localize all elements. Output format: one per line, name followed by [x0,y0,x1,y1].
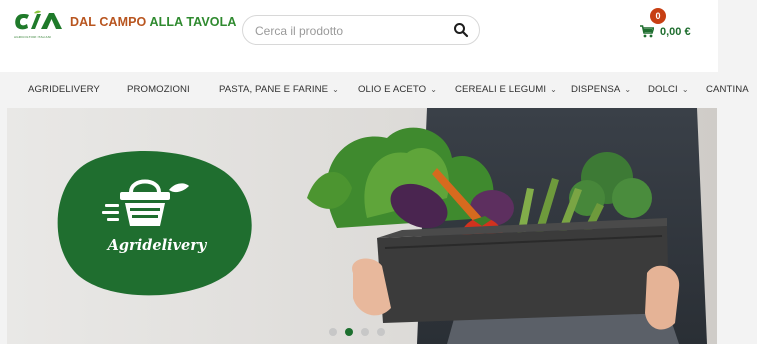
nav-item-label: PASTA, PANE E FARINE [219,84,329,95]
nav-item-agridelivery[interactable]: AGRIDELIVERY [28,84,100,95]
nav-item-dolci[interactable]: DOLCI ⌄ [648,84,689,95]
agridelivery-badge-text: Agridelivery [107,237,207,254]
nav-item-label: CEREALI E LEGUMI [455,84,547,95]
hero-banner-image [7,108,717,344]
nav-item-olio-aceto[interactable]: OLIO E ACETO ⌄ [358,84,437,95]
brand-name[interactable]: DAL CAMPO ALLA TAVOLA [70,15,236,29]
slider-dot-3[interactable] [361,328,369,336]
brand-name-part1: DAL CAMPO [70,15,147,29]
cia-logo-icon [15,10,62,30]
nav-item-label: AGRIDELIVERY [28,84,100,95]
nav-item-dispensa[interactable]: DISPENSA ⌄ [571,84,631,95]
page: AGRICOLTORI ITALIANI DAL CAMPO ALLA TAVO… [0,0,757,344]
search-icon[interactable] [453,22,469,38]
chevron-down-icon: ⌄ [430,85,438,94]
cart-count-badge: 0 [650,8,666,24]
main-navigation: AGRIDELIVERY PROMOZIONI PASTA, PANE E FA… [0,72,757,108]
search-box [242,15,480,45]
shopping-cart-icon [640,25,654,38]
chevron-down-icon: ⌄ [550,85,557,94]
nav-item-label: PROMOZIONI [127,84,190,95]
slider-dot-2[interactable] [345,328,353,336]
nav-item-label: DOLCI [648,84,678,95]
cart-button[interactable]: 0 0,00 € [640,6,710,46]
site-header: AGRICOLTORI ITALIANI DAL CAMPO ALLA TAVO… [0,0,718,72]
nav-item-label: DISPENSA [571,84,621,95]
hero-banner-slider[interactable]: Agridelivery [7,108,717,344]
chevron-down-icon: ⌄ [681,85,689,94]
chevron-down-icon: ⌄ [332,85,339,94]
search-input[interactable] [255,22,445,39]
slider-dot-4[interactable] [377,328,385,336]
nav-item-label: CANTINA [706,84,749,95]
brand-name-part2: ALLA TAVOLA [149,15,237,29]
nav-item-promozioni[interactable]: PROMOZIONI [127,84,190,95]
nav-item-pasta-pane-farine[interactable]: PASTA, PANE E FARINE ⌄ [219,84,339,95]
logo-subtitle: AGRICOLTORI ITALIANI [14,35,52,39]
nav-item-label: OLIO E ACETO [358,84,427,95]
chevron-down-icon: ⌄ [624,85,632,94]
site-logo[interactable]: AGRICOLTORI ITALIANI [14,10,64,42]
nav-item-cereali-legumi[interactable]: CEREALI E LEGUMI ⌄ [455,84,557,95]
cart-total: 0,00 € [660,26,691,38]
slider-dot-1[interactable] [329,328,337,336]
nav-item-cantina[interactable]: CANTINA [706,84,749,95]
